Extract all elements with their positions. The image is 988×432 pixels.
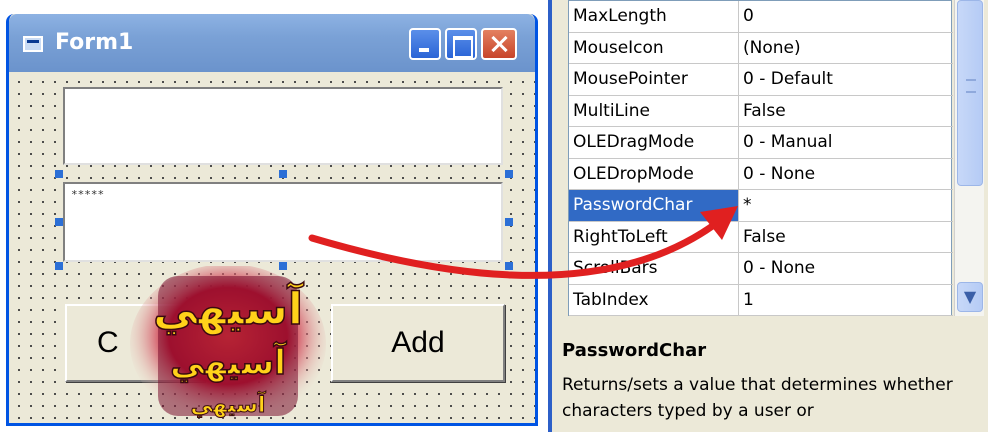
- property-value[interactable]: 0 - None: [739, 159, 953, 190]
- title-bar[interactable]: Form1: [9, 14, 535, 72]
- maximize-button[interactable]: [445, 28, 477, 60]
- password-mask-text: *****: [71, 188, 105, 201]
- property-value[interactable]: 0 - None: [739, 253, 953, 284]
- property-row[interactable]: MaxLength 0: [569, 1, 953, 33]
- property-row[interactable]: RightToLeft False: [569, 221, 953, 253]
- property-name: ScrollBars: [569, 253, 739, 284]
- form-icon: [23, 36, 43, 52]
- property-name: MouseIcon: [569, 32, 739, 64]
- logo-line-3: آسيهي: [191, 390, 266, 418]
- property-value[interactable]: 0: [739, 1, 953, 32]
- property-row[interactable]: OLEDropMode 0 - None: [569, 158, 953, 190]
- property-row-selected[interactable]: PasswordChar *: [569, 190, 953, 222]
- window-title: Form1: [55, 30, 134, 55]
- resize-handle-top-right[interactable]: [505, 170, 513, 178]
- property-value[interactable]: 0 - Default: [739, 64, 953, 95]
- resize-handle-top-left[interactable]: [55, 170, 63, 178]
- description-title: PasswordChar: [562, 340, 707, 361]
- scrollbar-thumb[interactable]: [957, 0, 983, 186]
- property-value[interactable]: 1: [739, 285, 953, 316]
- add-button[interactable]: Add: [331, 304, 505, 382]
- property-value[interactable]: *: [739, 190, 953, 221]
- vertical-scrollbar[interactable]: ▼: [954, 0, 984, 316]
- property-name: MultiLine: [569, 95, 739, 127]
- resize-handle-middle-right[interactable]: [505, 218, 513, 226]
- scroll-down-arrow-icon[interactable]: ▼: [957, 282, 983, 312]
- properties-window: MaxLength 0 MouseIcon (None) MousePointe…: [548, 0, 988, 432]
- resize-handle-bottom-right[interactable]: [505, 262, 513, 270]
- logo-line-1: آسيهي: [153, 281, 304, 335]
- property-name: MaxLength: [569, 1, 739, 32]
- logo-line-2: آسيهي: [170, 341, 287, 383]
- property-row[interactable]: MultiLine False: [569, 95, 953, 127]
- property-value[interactable]: False: [739, 222, 953, 253]
- property-value[interactable]: 0 - Manual: [739, 127, 953, 158]
- property-name: OLEDropMode: [569, 158, 739, 190]
- resize-handle-top-center[interactable]: [279, 170, 287, 178]
- property-name: TabIndex: [569, 284, 739, 316]
- resize-handle-bottom-left[interactable]: [55, 262, 63, 270]
- property-grid: MaxLength 0 MouseIcon (None) MousePointe…: [568, 0, 953, 316]
- close-button[interactable]: [481, 28, 517, 60]
- property-row[interactable]: ScrollBars 0 - None: [569, 253, 953, 285]
- property-row[interactable]: OLEDragMode 0 - Manual: [569, 127, 953, 159]
- property-row[interactable]: TabIndex 1: [569, 284, 953, 316]
- property-name: PasswordChar: [569, 190, 739, 221]
- minimize-button[interactable]: [409, 28, 441, 60]
- property-name: OLEDragMode: [569, 127, 739, 158]
- property-row[interactable]: MousePointer 0 - Default: [569, 64, 953, 96]
- property-name: MousePointer: [569, 64, 739, 95]
- text1-textbox[interactable]: [63, 87, 503, 165]
- watermark-logo: آسيهي آسيهي آسيهي: [130, 266, 326, 424]
- text2-password-textbox[interactable]: *****: [63, 182, 503, 262]
- property-row[interactable]: MouseIcon (None): [569, 32, 953, 64]
- description-text: Returns/sets a value that determines whe…: [562, 375, 953, 421]
- resize-handle-middle-left[interactable]: [55, 218, 63, 226]
- property-value[interactable]: False: [739, 96, 953, 127]
- property-value[interactable]: (None): [739, 33, 953, 64]
- property-name: RightToLeft: [569, 221, 739, 253]
